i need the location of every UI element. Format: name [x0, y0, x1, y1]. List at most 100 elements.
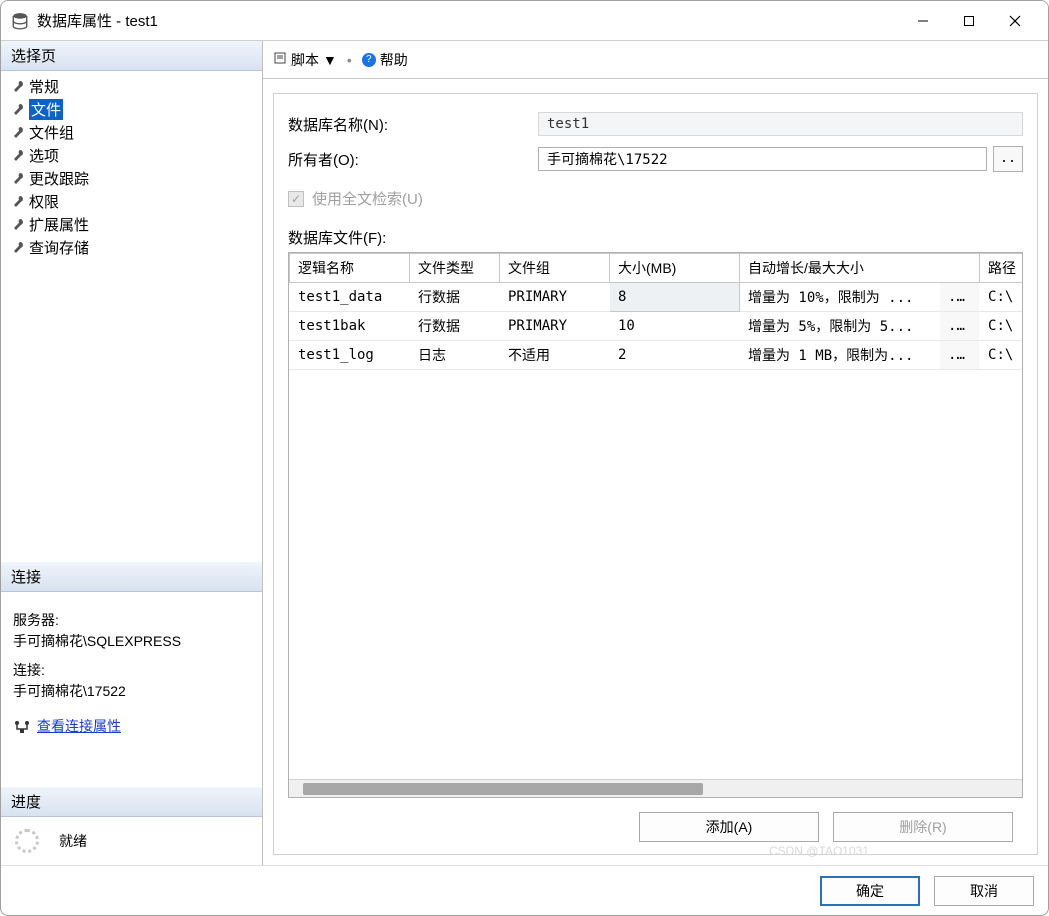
database-icon: [11, 12, 29, 30]
table-row[interactable]: test1_log 日志 不适用 2 增量为 1 MB，限制为... ... C…: [290, 341, 1023, 370]
cell-path[interactable]: C:\: [980, 341, 1022, 370]
owner-label: 所有者(O):: [288, 149, 538, 170]
nav-label: 查询存储: [29, 237, 89, 258]
db-name-label: 数据库名称(N):: [288, 114, 538, 135]
toolbar-separator: •: [347, 52, 352, 68]
sidebar: 选择页 常规 文件 文件组 选项: [1, 41, 263, 865]
help-button[interactable]: ? 帮助: [362, 50, 408, 70]
cell-size[interactable]: 8: [610, 283, 740, 312]
cell-filegroup[interactable]: 不适用: [500, 341, 610, 370]
owner-row: 所有者(O): ..: [288, 146, 1023, 172]
col-size[interactable]: 大小(MB): [610, 254, 740, 283]
network-icon: [13, 720, 31, 734]
wrench-icon: [11, 103, 25, 117]
cell-size[interactable]: 10: [610, 312, 740, 341]
main-area: 选择页 常规 文件 文件组 选项: [1, 41, 1048, 865]
window-frame: 数据库属性 - test1 选择页 常规 文件 文件组: [0, 0, 1049, 916]
cell-filegroup[interactable]: PRIMARY: [500, 283, 610, 312]
server-label: 服务器:: [13, 610, 250, 631]
script-dropdown[interactable]: 脚本 ▼: [273, 50, 337, 70]
cell-path[interactable]: C:\: [980, 312, 1022, 341]
toolbar: 脚本 ▼ • ? 帮助: [263, 41, 1048, 79]
nav-item-general[interactable]: 常规: [7, 75, 256, 98]
cell-logical-name[interactable]: test1_log: [290, 341, 410, 370]
wrench-icon: [11, 80, 25, 94]
help-icon: ?: [362, 53, 376, 67]
nav-item-querystore[interactable]: 查询存储: [7, 236, 256, 259]
fulltext-row: ✓ 使用全文检索(U): [288, 188, 1023, 209]
col-logical-name[interactable]: 逻辑名称: [290, 254, 410, 283]
autogrowth-edit-button[interactable]: ...: [940, 283, 980, 312]
cell-autogrowth[interactable]: 增量为 5%，限制为 5...: [740, 312, 940, 341]
cell-logical-name[interactable]: test1_data: [290, 283, 410, 312]
col-autogrowth[interactable]: 自动增长/最大大小: [740, 254, 980, 283]
nav-label: 常规: [29, 76, 59, 97]
window-title: 数据库属性 - test1: [37, 10, 900, 31]
close-button[interactable]: [992, 5, 1038, 37]
db-name-row: 数据库名称(N): test1: [288, 112, 1023, 136]
server-value: 手可摘棉花\SQLEXPRESS: [13, 631, 250, 652]
nav-label: 权限: [29, 191, 59, 212]
help-label: 帮助: [380, 50, 408, 70]
col-path[interactable]: 路径: [980, 254, 1022, 283]
fulltext-checkbox: ✓: [288, 191, 304, 207]
nav-list: 常规 文件 文件组 选项 更改跟踪: [1, 71, 262, 263]
table-row[interactable]: test1_data 行数据 PRIMARY 8 增量为 10%，限制为 ...…: [290, 283, 1023, 312]
connection-header: 连接: [1, 562, 262, 592]
grid-button-row: 添加(A) 删除(R): [288, 798, 1023, 846]
maximize-button[interactable]: [946, 5, 992, 37]
progress-header: 进度: [1, 787, 262, 817]
view-connection-link[interactable]: 查看连接属性: [37, 716, 121, 737]
cell-file-type[interactable]: 行数据: [410, 283, 500, 312]
table-row[interactable]: test1bak 行数据 PRIMARY 10 增量为 5%，限制为 5... …: [290, 312, 1023, 341]
horizontal-scrollbar[interactable]: [289, 779, 1022, 797]
cell-file-type[interactable]: 日志: [410, 341, 500, 370]
minimize-button[interactable]: [900, 5, 946, 37]
form-area: 数据库名称(N): test1 所有者(O): .. ✓ 使用全文检索(U) 数…: [273, 93, 1038, 855]
files-label: 数据库文件(F):: [288, 227, 1023, 248]
sidebar-gap: [1, 747, 262, 787]
grid-header-row: 逻辑名称 文件类型 文件组 大小(MB) 自动增长/最大大小 路径: [290, 254, 1023, 283]
nav-item-extended[interactable]: 扩展属性: [7, 213, 256, 236]
ok-button[interactable]: 确定: [820, 876, 920, 906]
autogrowth-edit-button[interactable]: ...: [940, 341, 980, 370]
titlebar: 数据库属性 - test1: [1, 1, 1048, 41]
nav-item-options[interactable]: 选项: [7, 144, 256, 167]
content: 脚本 ▼ • ? 帮助 数据库名称(N): test1 所有者(O): ..: [263, 41, 1048, 865]
col-filegroup[interactable]: 文件组: [500, 254, 610, 283]
wrench-icon: [11, 241, 25, 255]
nav-item-filegroups[interactable]: 文件组: [7, 121, 256, 144]
sidebar-spacer: [1, 263, 262, 562]
grid-scroll[interactable]: 逻辑名称 文件类型 文件组 大小(MB) 自动增长/最大大小 路径: [289, 253, 1022, 779]
nav-item-permissions[interactable]: 权限: [7, 190, 256, 213]
connection-body: 服务器: 手可摘棉花\SQLEXPRESS 连接: 手可摘棉花\17522 查看…: [1, 592, 262, 747]
wrench-icon: [11, 126, 25, 140]
autogrowth-edit-button[interactable]: ...: [940, 312, 980, 341]
select-page-header: 选择页: [1, 41, 262, 71]
owner-input[interactable]: [538, 147, 987, 171]
wrench-icon: [11, 195, 25, 209]
nav-label: 文件: [29, 99, 63, 120]
add-button[interactable]: 添加(A): [639, 812, 819, 842]
cell-autogrowth[interactable]: 增量为 1 MB，限制为...: [740, 341, 940, 370]
watermark: CSDN @TAO1031: [769, 844, 869, 858]
cell-filegroup[interactable]: PRIMARY: [500, 312, 610, 341]
cell-autogrowth[interactable]: 增量为 10%，限制为 ...: [740, 283, 940, 312]
cell-file-type[interactable]: 行数据: [410, 312, 500, 341]
progress-status: 就绪: [59, 831, 87, 851]
files-grid: 逻辑名称 文件类型 文件组 大小(MB) 自动增长/最大大小 路径: [288, 252, 1023, 798]
conn-label: 连接:: [13, 660, 250, 681]
col-file-type[interactable]: 文件类型: [410, 254, 500, 283]
script-label: 脚本: [291, 50, 319, 70]
fulltext-label: 使用全文检索(U): [312, 188, 423, 209]
nav-item-changetracking[interactable]: 更改跟踪: [7, 167, 256, 190]
cancel-button[interactable]: 取消: [934, 876, 1034, 906]
conn-value: 手可摘棉花\17522: [13, 681, 250, 702]
cell-path[interactable]: C:\: [980, 283, 1022, 312]
scrollbar-thumb[interactable]: [303, 783, 703, 795]
cell-size[interactable]: 2: [610, 341, 740, 370]
owner-browse-button[interactable]: ..: [993, 146, 1023, 172]
cell-logical-name[interactable]: test1bak: [290, 312, 410, 341]
nav-label: 文件组: [29, 122, 74, 143]
nav-item-files[interactable]: 文件: [7, 98, 256, 121]
